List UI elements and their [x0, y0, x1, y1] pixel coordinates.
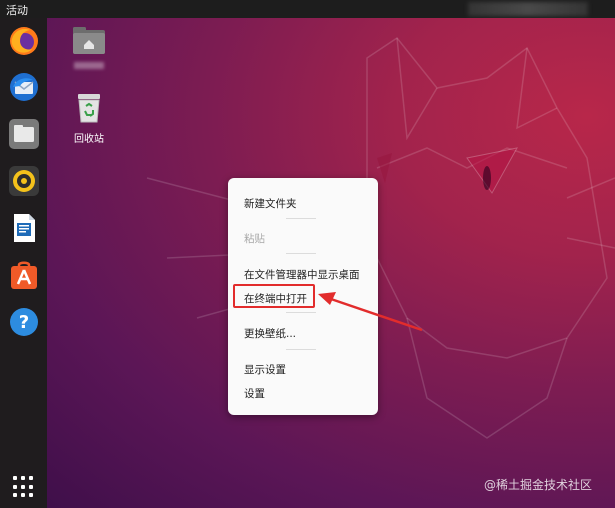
blurred-status-area	[468, 2, 588, 16]
firefox-icon[interactable]	[7, 24, 40, 57]
software-center-icon[interactable]	[7, 258, 40, 291]
menu-item-settings[interactable]: 设置	[244, 386, 265, 401]
menu-separator	[286, 349, 316, 350]
watermark-text: @稀土掘金技术社区	[484, 478, 593, 492]
annotation-highlight-box	[233, 284, 315, 308]
menu-separator	[286, 218, 316, 219]
menu-item-change-background[interactable]: 更换壁纸...	[244, 326, 296, 341]
menu-item-display-settings[interactable]: 显示设置	[244, 362, 286, 377]
menu-separator	[286, 253, 316, 254]
menu-item-show-desktop-in-files[interactable]: 在文件管理器中显示桌面	[244, 267, 360, 282]
rhythmbox-icon[interactable]	[7, 164, 40, 197]
activities-button[interactable]: 活动	[6, 2, 28, 18]
libreoffice-writer-icon[interactable]	[7, 211, 40, 244]
menu-separator	[286, 312, 316, 313]
menu-item-new-folder[interactable]: 新建文件夹	[244, 196, 297, 211]
home-folder-icon[interactable]	[71, 24, 107, 69]
trash-label: 回收站	[74, 134, 104, 145]
trash-icon[interactable]: 回收站	[71, 92, 107, 145]
dock: ?	[0, 18, 47, 508]
top-bar: 活动	[0, 0, 615, 18]
help-icon[interactable]: ?	[7, 305, 40, 338]
files-icon[interactable]	[7, 117, 40, 150]
show-apps-icon[interactable]	[13, 476, 35, 498]
menu-item-paste[interactable]: 粘贴	[244, 231, 265, 246]
thunderbird-icon[interactable]	[7, 70, 40, 103]
svg-text:?: ?	[18, 312, 28, 333]
home-folder-label-blurred	[74, 62, 104, 69]
